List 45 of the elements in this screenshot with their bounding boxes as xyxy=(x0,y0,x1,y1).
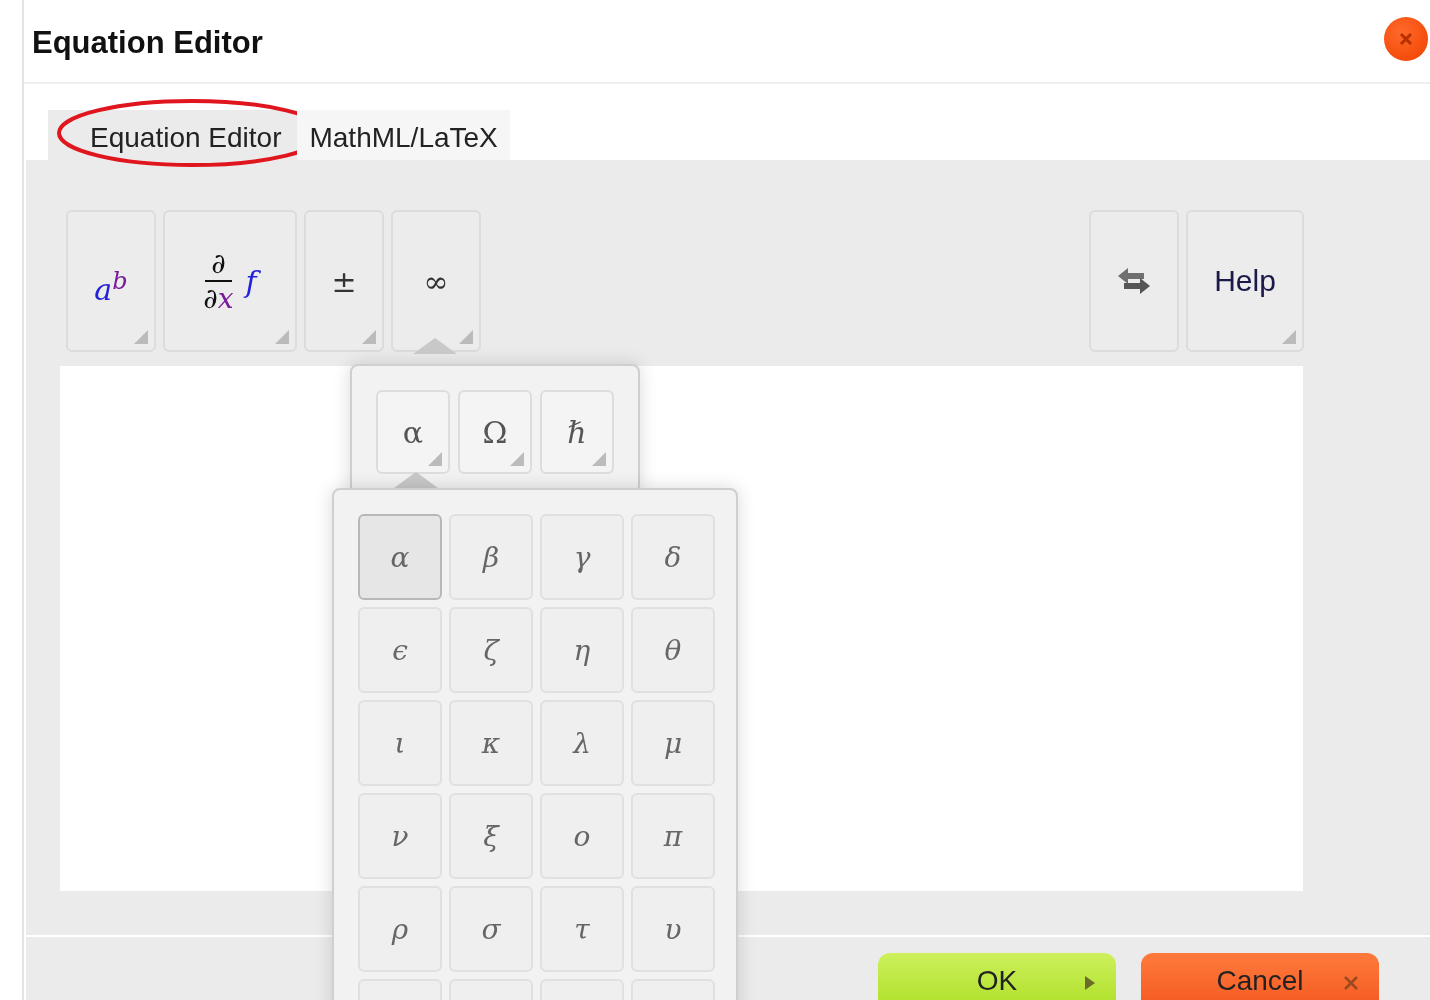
toolbar-button[interactable]: ∞ xyxy=(391,210,481,352)
symbol-key[interactable]: κ xyxy=(449,700,533,786)
tab[interactable]: MathML/LaTeX xyxy=(297,110,510,160)
symbol-key[interactable]: η xyxy=(540,607,624,693)
dialog-button[interactable]: Cancel xyxy=(1141,953,1379,1000)
toolbar-button[interactable]: ∂ ∂x f xyxy=(163,210,297,352)
toolbar-button[interactable] xyxy=(1089,210,1179,352)
close-icon xyxy=(1343,975,1359,991)
dialog-title: Equation Editor xyxy=(32,25,263,61)
toolbar-button[interactable]: ± xyxy=(304,210,384,352)
symbol-key[interactable]: β xyxy=(449,514,533,600)
symbol-key[interactable]: ο xyxy=(540,793,624,879)
symbol-key[interactable]: γ xyxy=(540,514,624,600)
symbol-key[interactable]: υ xyxy=(631,886,715,972)
toolbar-button[interactable]: Help xyxy=(1186,210,1304,352)
symbol-key[interactable]: ρ xyxy=(358,886,442,972)
symbol-group-button[interactable]: Ω xyxy=(458,390,532,474)
symbol-group-button[interactable]: ℏ xyxy=(540,390,614,474)
dropdown-corner-icon xyxy=(510,452,524,466)
close-button[interactable] xyxy=(1384,17,1428,61)
play-arrow-icon xyxy=(1084,975,1096,991)
dropdown-corner-icon xyxy=(459,330,473,344)
dropdown-corner-icon xyxy=(134,330,148,344)
dropdown-corner-icon xyxy=(1282,330,1296,344)
dropdown-corner-icon xyxy=(362,330,376,344)
symbol-key[interactable]: α xyxy=(358,514,442,600)
symbol-key[interactable]: ι xyxy=(358,700,442,786)
symbol-key[interactable]: ξ xyxy=(449,793,533,879)
symbol-key[interactable]: ν xyxy=(358,793,442,879)
dropdown-corner-icon xyxy=(592,452,606,466)
symbol-key[interactable]: ζ xyxy=(449,607,533,693)
dropdown-corner-icon xyxy=(275,330,289,344)
symbol-key[interactable]: σ xyxy=(449,886,533,972)
symbol-key[interactable]: π xyxy=(631,793,715,879)
symbol-key[interactable]: ϵ xyxy=(358,607,442,693)
close-icon xyxy=(1398,31,1414,47)
dropdown-corner-icon xyxy=(428,452,442,466)
symbol-key[interactable]: θ xyxy=(631,607,715,693)
symbol-key[interactable]: δ xyxy=(631,514,715,600)
symbol-key[interactable]: μ xyxy=(631,700,715,786)
toolbar-button[interactable]: a$^{b}$ xyxy=(66,210,156,352)
symbol-key[interactable]: τ xyxy=(540,886,624,972)
symbol-key[interactable]: λ xyxy=(540,700,624,786)
dialog-button[interactable]: OK xyxy=(878,953,1116,1000)
tab[interactable]: Equation Editor xyxy=(48,110,298,160)
